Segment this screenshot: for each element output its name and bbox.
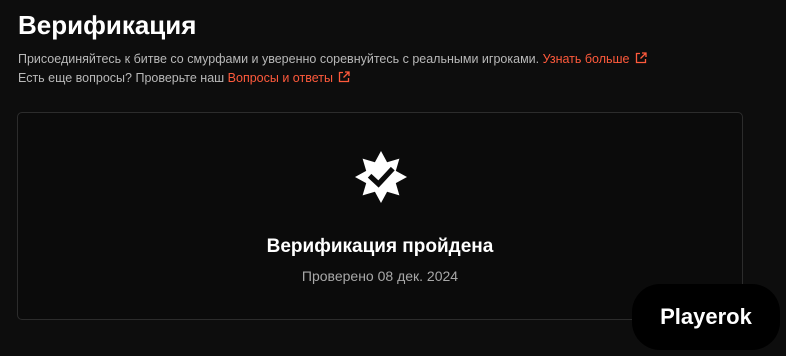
playerok-watermark: Playerok	[632, 284, 780, 350]
learn-more-link[interactable]: Узнать больше	[543, 52, 647, 66]
page-title: Верификация	[18, 10, 197, 40]
verified-badge-icon	[355, 151, 407, 203]
description-text-2: Есть еще вопросы? Проверьте наш	[18, 71, 225, 85]
verification-status-card: Верификация пройдена Проверено 08 дек. 2…	[17, 112, 743, 320]
description-line-1: Присоединяйтесь к битве со смурфами и ув…	[18, 51, 647, 67]
watermark-logo-text: Playerok	[660, 304, 752, 329]
description-line-2: Есть еще вопросы? Проверьте наш Вопросы …	[18, 70, 350, 86]
verification-status-text: Верификация пройдена	[266, 236, 494, 257]
learn-more-link-label: Узнать больше	[542, 52, 630, 66]
external-link-icon	[635, 52, 647, 64]
verification-page: Верификация Присоединяйтесь к битве со с…	[0, 0, 786, 356]
external-link-icon	[338, 71, 350, 83]
faq-link-label: Вопросы и ответы	[227, 71, 333, 85]
faq-link[interactable]: Вопросы и ответы	[228, 71, 350, 85]
verification-date: Проверено 08 дек. 2024	[301, 268, 459, 284]
description-text-1: Присоединяйтесь к битве со смурфами и ув…	[18, 52, 540, 66]
